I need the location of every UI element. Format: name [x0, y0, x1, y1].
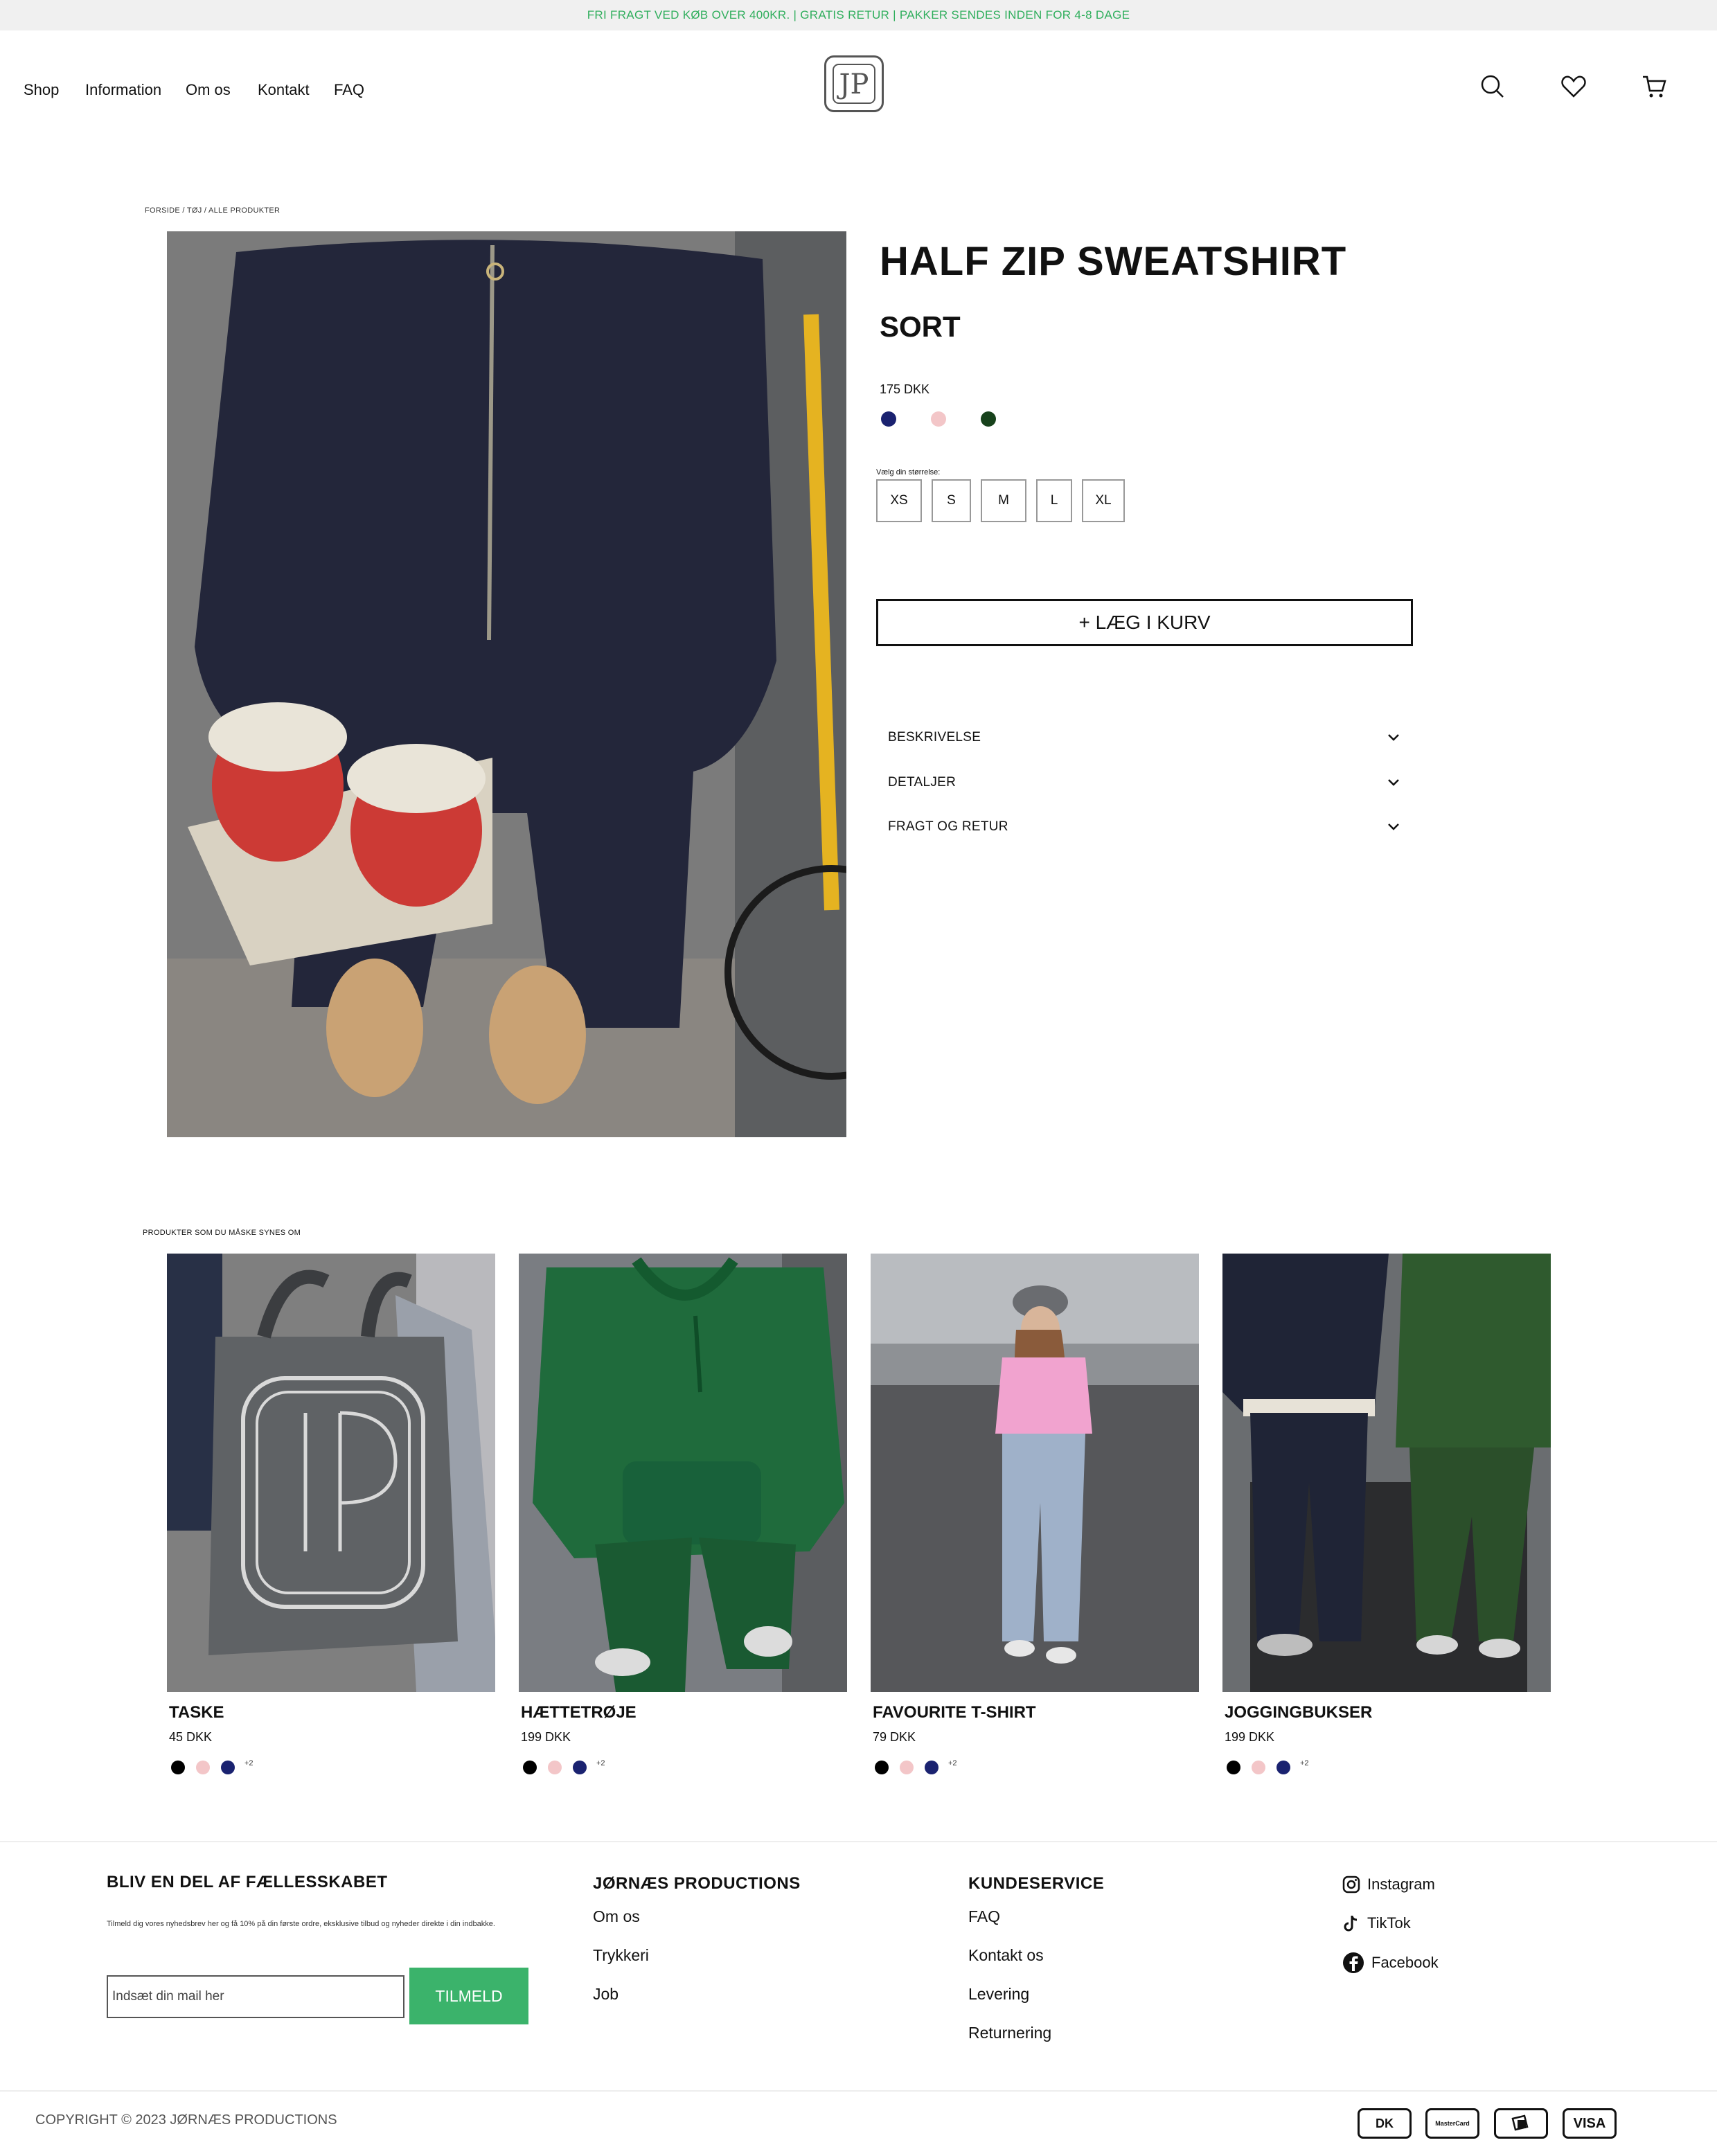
announcement-bar: FRI FRAGT VED KØB OVER 400KR. | GRATIS R… [0, 0, 1717, 30]
facebook-icon [1343, 1952, 1364, 1973]
brand-logo[interactable]: JP [824, 55, 884, 112]
payment-label: DK [1376, 2116, 1394, 2130]
product-variant: SORT [880, 310, 961, 343]
heart-icon[interactable] [1560, 73, 1587, 100]
company-heading: JØRNÆS PRODUCTIONS [593, 1874, 801, 1893]
payment-label: VISA [1573, 2115, 1606, 2131]
subscribe-button[interactable]: TILMELD [409, 1968, 528, 2024]
footer-link-job[interactable]: Job [593, 1985, 619, 2004]
size-xl-button[interactable]: XL [1082, 479, 1125, 522]
product-card-price: 79 DKK [873, 1730, 916, 1744]
color-dot-navy[interactable] [925, 1761, 938, 1774]
product-title: HALF ZIP SWEATSHIRT [880, 239, 1347, 284]
breadcrumb: FORSIDE / TØJ / ALLE PRODUKTER [145, 206, 281, 215]
product-card-price: 199 DKK [1225, 1730, 1275, 1744]
social-label: TikTok [1367, 1914, 1411, 1932]
color-dot-black[interactable] [875, 1761, 889, 1774]
mobilepay-glyph [1511, 2114, 1529, 2131]
product-card-image[interactable] [167, 1254, 495, 1692]
color-swatch-pink[interactable] [931, 411, 946, 427]
email-input[interactable]: Indsæt din mail her [107, 1975, 404, 2018]
accordion-beskrivelse[interactable]: BESKRIVELSE [888, 724, 1402, 751]
nav-item-shop[interactable]: Shop [24, 81, 59, 99]
product-card-title[interactable]: HÆTTETRØJE [521, 1703, 637, 1722]
footer-link-kontakt-os[interactable]: Kontakt os [968, 1946, 1044, 1965]
search-icon[interactable] [1479, 73, 1506, 100]
newsletter-text: Tilmeld dig vores nyhedsbrev her og få 1… [107, 1920, 495, 1928]
copyright-text: COPYRIGHT © 2023 JØRNÆS PRODUCTIONS [35, 2112, 337, 2128]
accordion-label: DETALJER [888, 775, 957, 790]
more-colors-count: +2 [948, 1759, 957, 1767]
chevron-down-icon [1388, 823, 1399, 830]
product-card-image[interactable] [871, 1254, 1199, 1692]
product-card-image[interactable] [519, 1254, 847, 1692]
more-colors-count: +2 [596, 1759, 605, 1767]
nav-item-faq[interactable]: FAQ [334, 81, 364, 99]
accordion-detaljer[interactable]: DETALJER [888, 769, 1402, 796]
social-label: Facebook [1371, 1954, 1439, 1971]
accordion-fragt-og-retur[interactable]: FRAGT OG RETUR [888, 813, 1402, 841]
product-card-image[interactable] [1222, 1254, 1551, 1692]
color-dot-navy[interactable] [221, 1761, 235, 1774]
tiktok-icon [1344, 1916, 1358, 1932]
logo-letters: JP [839, 69, 869, 100]
size-l-button[interactable]: L [1036, 479, 1072, 522]
color-swatch-navy[interactable] [881, 411, 896, 427]
social-link-instagram[interactable]: Instagram [1342, 1876, 1435, 1894]
color-dot-pink[interactable] [900, 1761, 914, 1774]
instagram-icon [1342, 1876, 1360, 1894]
nav-item-om-os[interactable]: Om os [186, 81, 231, 99]
product-card-price: 45 DKK [169, 1730, 213, 1744]
product-price: 175 DKK [880, 382, 930, 396]
footer-link-trykkeri[interactable]: Trykkeri [593, 1946, 649, 1965]
chevron-down-icon [1388, 734, 1399, 741]
product-card-title[interactable]: JOGGINGBUKSER [1225, 1703, 1372, 1722]
accordion-label: FRAGT OG RETUR [888, 819, 1008, 834]
footer-link-faq[interactable]: FAQ [968, 1907, 1000, 1926]
size-m-button[interactable]: M [981, 479, 1026, 522]
color-dot-pink[interactable] [196, 1761, 210, 1774]
bottom-divider [0, 2090, 1717, 2092]
footer-divider [0, 1841, 1717, 1842]
color-dot-black[interactable] [1227, 1761, 1240, 1774]
announcement-text: FRI FRAGT VED KØB OVER 400KR. | GRATIS R… [587, 8, 1130, 21]
color-dot-pink[interactable] [1252, 1761, 1265, 1774]
size-label: Vælg din størrelse: [876, 468, 941, 476]
social-link-tiktok[interactable]: TikTok [1342, 1914, 1411, 1932]
size-xs-button[interactable]: XS [876, 479, 922, 522]
color-dot-navy[interactable] [1276, 1761, 1290, 1774]
visa-icon: VISA [1563, 2108, 1617, 2139]
color-dot-black[interactable] [523, 1761, 537, 1774]
size-s-button[interactable]: S [932, 479, 971, 522]
dankort-icon: DK [1358, 2108, 1412, 2139]
chevron-down-icon [1388, 779, 1399, 786]
footer-link-levering[interactable]: Levering [968, 1985, 1029, 2004]
social-link-facebook[interactable]: Facebook [1342, 1952, 1439, 1974]
nav-item-information[interactable]: Information [85, 81, 161, 99]
color-swatch-green[interactable] [981, 411, 996, 427]
recommendations-heading: PRODUKTER SOM DU MÅSKE SYNES OM [143, 1229, 301, 1237]
add-to-cart-button[interactable]: + LÆG I KURV [876, 599, 1413, 646]
product-card-price: 199 DKK [521, 1730, 571, 1744]
more-colors-count: +2 [244, 1759, 253, 1767]
color-dot-pink[interactable] [548, 1761, 562, 1774]
cart-icon[interactable] [1641, 73, 1669, 100]
product-card-title[interactable]: FAVOURITE T-SHIRT [873, 1703, 1036, 1722]
footer-link-returnering[interactable]: Returnering [968, 2024, 1051, 2042]
product-card-title[interactable]: TASKE [169, 1703, 224, 1722]
accordion-label: BESKRIVELSE [888, 730, 981, 745]
newsletter-heading: BLIV EN DEL AF FÆLLESSKABET [107, 1873, 388, 1891]
color-dot-navy[interactable] [573, 1761, 587, 1774]
mobilepay-icon [1494, 2108, 1548, 2139]
mastercard-icon: MasterCard [1425, 2108, 1479, 2139]
footer-link-om-os[interactable]: Om os [593, 1907, 640, 1926]
more-colors-count: +2 [1300, 1759, 1309, 1767]
nav-item-kontakt[interactable]: Kontakt [258, 81, 310, 99]
product-photo [167, 231, 846, 1137]
payment-label: MasterCard [1435, 2120, 1470, 2127]
service-heading: KUNDESERVICE [968, 1874, 1105, 1893]
social-label: Instagram [1367, 1876, 1435, 1893]
color-dot-black[interactable] [171, 1761, 185, 1774]
